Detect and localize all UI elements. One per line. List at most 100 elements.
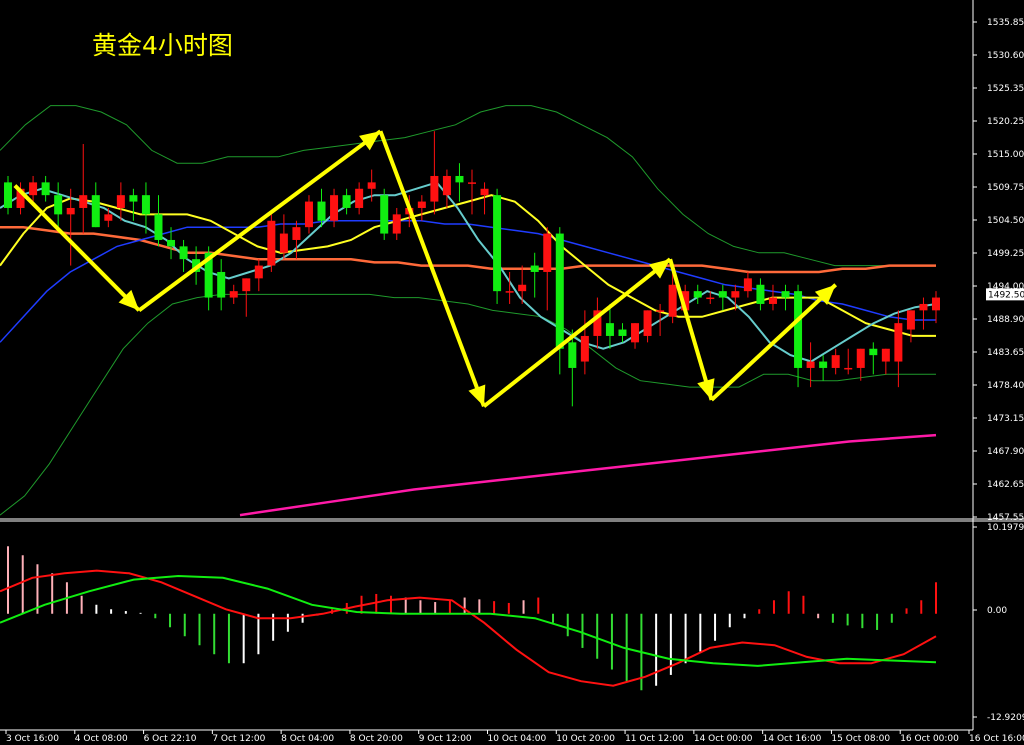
candle-body bbox=[493, 195, 502, 292]
price-tick-label: 1467.90 bbox=[987, 447, 1024, 457]
current-price-label: 1492.50 bbox=[988, 290, 1024, 300]
candle-body bbox=[442, 175, 451, 196]
price-tick-label: 1520.25 bbox=[987, 117, 1024, 127]
time-tick-label: 9 Oct 12:00 bbox=[419, 734, 472, 744]
candle-body bbox=[217, 271, 226, 298]
candlesticks bbox=[4, 131, 940, 407]
macd-tick-label: 0.00 bbox=[987, 606, 1007, 616]
candle-body bbox=[179, 246, 188, 260]
candle-body bbox=[66, 207, 75, 215]
macd-panel bbox=[0, 546, 937, 691]
candle-body bbox=[417, 201, 426, 208]
time-tick-label: 3 Oct 16:00 bbox=[6, 734, 59, 744]
candle-body bbox=[919, 303, 928, 311]
candle-body bbox=[317, 201, 326, 221]
time-tick-label: 16 Oct 16:00 bbox=[969, 734, 1024, 744]
price-tick-label: 1504.50 bbox=[987, 216, 1024, 226]
candle-body bbox=[518, 284, 527, 292]
candle-body bbox=[894, 323, 903, 362]
candle-body bbox=[129, 195, 138, 202]
candle-body bbox=[254, 265, 263, 279]
macd-red-line bbox=[0, 569, 937, 687]
candle-body bbox=[455, 175, 464, 183]
ma-magenta-line bbox=[239, 433, 937, 517]
axes: 1535.85 1530.60 1525.35 1520.25 1515.00 1509.… bbox=[0, 0, 1024, 744]
candle-body bbox=[932, 297, 940, 311]
candle-body bbox=[781, 291, 790, 298]
candle-body bbox=[4, 182, 12, 208]
candle-body bbox=[430, 175, 439, 202]
trend-arrows bbox=[13, 129, 838, 408]
time-tick-label: 8 Oct 20:00 bbox=[350, 734, 403, 744]
candle-body bbox=[54, 195, 63, 215]
candle-body bbox=[768, 297, 777, 304]
candle-body bbox=[743, 278, 752, 292]
candle-body bbox=[229, 291, 238, 298]
time-tick-label: 15 Oct 08:00 bbox=[831, 734, 890, 744]
candle-body bbox=[618, 329, 627, 336]
chart-canvas: 1535.85 1530.60 1525.35 1520.25 1515.00 1509.… bbox=[0, 0, 1024, 744]
candle-body bbox=[468, 182, 476, 184]
candle-body bbox=[869, 348, 878, 356]
time-tick-label: 14 Oct 00:00 bbox=[694, 734, 753, 744]
candle-body bbox=[794, 291, 803, 368]
price-tick-label: 1530.60 bbox=[987, 51, 1024, 61]
candle-body bbox=[367, 182, 376, 189]
price-tick-label: 1515.00 bbox=[987, 150, 1024, 160]
time-tick-label: 6 Oct 22:10 bbox=[144, 734, 197, 744]
candle-body bbox=[806, 361, 815, 368]
candle-body bbox=[141, 195, 150, 215]
time-tick-label: 7 Oct 12:00 bbox=[212, 734, 265, 744]
candle-body bbox=[819, 361, 828, 368]
candle-body bbox=[380, 195, 389, 234]
candle-body bbox=[706, 297, 715, 300]
price-tick-label: 1478.40 bbox=[987, 381, 1024, 391]
candle-body bbox=[668, 284, 677, 317]
candle-body bbox=[154, 214, 163, 240]
candle-body bbox=[342, 195, 351, 208]
macd-tick-label: -12.9209 bbox=[987, 713, 1024, 723]
trend-arrow-head bbox=[697, 378, 715, 400]
candle-body bbox=[355, 188, 364, 208]
candle-body bbox=[480, 188, 489, 196]
candle-body bbox=[881, 348, 890, 362]
candle-body bbox=[718, 291, 727, 298]
candle-body bbox=[116, 195, 125, 208]
candle-body bbox=[267, 220, 276, 266]
price-tick-label: 1525.35 bbox=[987, 84, 1024, 94]
candle-body bbox=[605, 323, 614, 336]
price-tick-label: 1473.15 bbox=[987, 414, 1024, 424]
candle-body bbox=[242, 278, 251, 292]
candle-body bbox=[693, 291, 702, 298]
candle-body bbox=[643, 310, 652, 336]
candle-body bbox=[831, 355, 840, 368]
candle-body bbox=[292, 227, 301, 240]
trend-arrow-shaft bbox=[378, 130, 486, 408]
candle-body bbox=[79, 195, 88, 208]
candle-body bbox=[555, 233, 564, 349]
price-tick-label: 1499.25 bbox=[987, 249, 1024, 259]
trend-arrow-shaft bbox=[668, 258, 714, 401]
candle-body bbox=[844, 367, 853, 370]
candle-body bbox=[330, 195, 339, 221]
candle-body bbox=[756, 284, 765, 304]
time-tick-label: 14 Oct 16:00 bbox=[763, 734, 822, 744]
candle-body bbox=[568, 342, 577, 368]
candle-body bbox=[167, 239, 176, 247]
candle-body bbox=[91, 195, 100, 228]
trend-arrow-head bbox=[468, 384, 486, 407]
candle-body bbox=[505, 291, 514, 293]
time-tick-label: 16 Oct 00:00 bbox=[900, 734, 959, 744]
ma-orange-line bbox=[0, 225, 936, 274]
candle-body bbox=[304, 201, 313, 228]
macd-tick-label: 10.1979 bbox=[987, 523, 1024, 533]
price-tick-label: 1462.65 bbox=[987, 480, 1024, 490]
time-tick-label: 11 Oct 12:00 bbox=[625, 734, 684, 744]
price-tick-label: 1483.65 bbox=[987, 348, 1024, 358]
candle-body bbox=[731, 291, 740, 298]
candle-body bbox=[656, 310, 665, 312]
candle-body bbox=[279, 233, 288, 253]
time-tick-label: 4 Oct 08:00 bbox=[75, 734, 128, 744]
bb-upper-line bbox=[0, 105, 936, 267]
candle-body bbox=[906, 310, 915, 330]
